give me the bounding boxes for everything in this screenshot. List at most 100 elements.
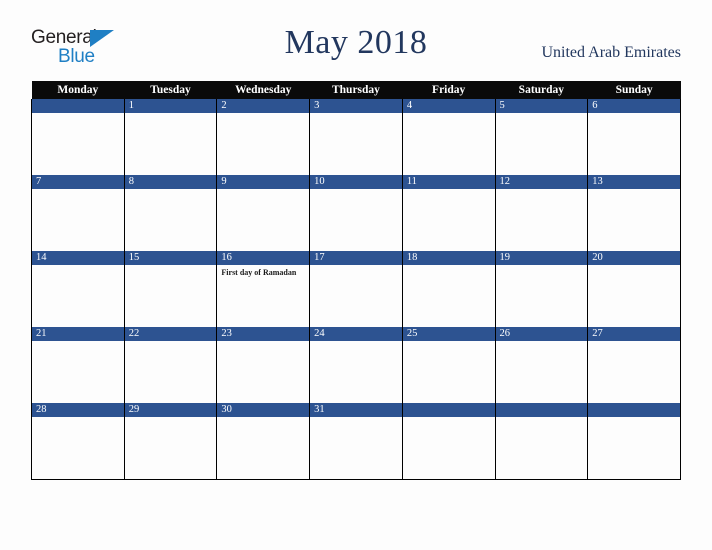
calendar-day-number: 9 — [217, 175, 310, 189]
calendar-day-number: 7 — [32, 175, 124, 189]
weekday-header-monday: Monday — [31, 81, 125, 99]
calendar-day-number — [588, 403, 680, 417]
calendar-day-cell[interactable]: 1 — [123, 99, 218, 175]
calendar-day-event — [588, 113, 680, 116]
calendar-day-cell[interactable]: 11 — [401, 175, 496, 251]
calendar-day-number: 6 — [588, 99, 680, 113]
calendar-day-number: 8 — [124, 175, 217, 189]
calendar-day-event — [588, 341, 680, 344]
calendar-day-number — [495, 403, 588, 417]
calendar-day-cell[interactable] — [494, 403, 589, 480]
calendar-day-number: 11 — [402, 175, 495, 189]
calendar-day-number: 23 — [217, 327, 310, 341]
calendar-day-cell[interactable]: 14 — [31, 251, 125, 327]
weekday-header-saturday: Saturday — [495, 81, 588, 99]
weekday-header-row: Monday Tuesday Wednesday Thursday Friday… — [31, 81, 681, 99]
weekday-header-friday: Friday — [402, 81, 496, 99]
country-label: United Arab Emirates — [541, 44, 681, 61]
calendar-day-cell[interactable]: 9 — [216, 175, 311, 251]
calendar-day-event — [403, 113, 495, 116]
calendar-day-cell[interactable]: 31 — [309, 403, 403, 480]
calendar-day-cell[interactable]: 13 — [587, 175, 681, 251]
calendar-day-cell[interactable]: 20 — [587, 251, 681, 327]
calendar-day-cell[interactable]: 3 — [309, 99, 403, 175]
page-header: General Blue May 2018 United Arab Emirat… — [0, 0, 712, 80]
calendar-day-cell[interactable]: 17 — [309, 251, 403, 327]
calendar-day-number: 4 — [402, 99, 495, 113]
calendar-day-cell[interactable]: 19 — [494, 251, 589, 327]
calendar-day-event — [125, 189, 217, 192]
calendar-day-number: 12 — [495, 175, 588, 189]
calendar-day-event — [310, 417, 402, 420]
calendar-day-event — [496, 417, 588, 420]
calendar-day-cell[interactable]: 2 — [216, 99, 311, 175]
calendar-day-cell[interactable]: 23 — [216, 327, 311, 403]
weekday-header-sunday: Sunday — [587, 81, 681, 99]
calendar-day-cell[interactable]: 18 — [401, 251, 496, 327]
calendar-day-number: 2 — [217, 99, 310, 113]
calendar-day-cell[interactable]: 6 — [587, 99, 681, 175]
calendar-day-number: 31 — [310, 403, 402, 417]
calendar-day-event — [217, 113, 309, 116]
calendar-day-event — [310, 189, 402, 192]
calendar-day-number: 29 — [124, 403, 217, 417]
calendar-day-event — [403, 189, 495, 192]
calendar-day-cell[interactable]: 22 — [123, 327, 218, 403]
calendar-day-number: 3 — [310, 99, 402, 113]
calendar-day-number: 1 — [124, 99, 217, 113]
calendar-day-number: 5 — [495, 99, 588, 113]
calendar-day-event — [125, 265, 217, 268]
calendar-day-number: 19 — [495, 251, 588, 265]
calendar-day-number: 18 — [402, 251, 495, 265]
calendar-day-number: 21 — [32, 327, 124, 341]
calendar-day-cell[interactable]: 15 — [123, 251, 218, 327]
calendar-day-cell[interactable]: 21 — [31, 327, 125, 403]
calendar-day-cell[interactable]: 5 — [494, 99, 589, 175]
calendar-day-cell[interactable] — [401, 403, 496, 480]
calendar-day-cell[interactable]: 10 — [309, 175, 403, 251]
calendar-day-cell[interactable]: 26 — [494, 327, 589, 403]
calendar-day-number: 22 — [124, 327, 217, 341]
calendar-day-event — [403, 265, 495, 268]
calendar-day-event — [403, 417, 495, 420]
calendar-day-number: 14 — [32, 251, 124, 265]
calendar-week-row: 123456 — [31, 99, 681, 175]
calendar-day-event — [32, 417, 124, 420]
calendar-day-number: 28 — [32, 403, 124, 417]
calendar-week-row: 14 15 16 First day of Ramadan 17 18 19 20 — [31, 251, 681, 327]
calendar-week-row: 21 22 23 24 25 26 27 — [31, 327, 681, 403]
calendar-day-event — [217, 341, 309, 344]
calendar-day-event — [217, 417, 309, 420]
calendar-day-event — [125, 341, 217, 344]
calendar-day-event — [588, 189, 680, 192]
calendar-day-cell[interactable]: 12 — [494, 175, 589, 251]
calendar-day-number: 15 — [124, 251, 217, 265]
weekday-header-thursday: Thursday — [309, 81, 403, 99]
calendar-day-event — [588, 417, 680, 420]
calendar-day-cell[interactable]: 16 First day of Ramadan — [216, 251, 311, 327]
calendar-day-cell[interactable]: 8 — [123, 175, 218, 251]
calendar-day-cell[interactable]: 24 — [309, 327, 403, 403]
calendar-day-cell[interactable]: 30 — [216, 403, 311, 480]
calendar-day-number: 13 — [588, 175, 680, 189]
calendar-day-cell[interactable]: 29 — [123, 403, 218, 480]
calendar-day-event — [310, 341, 402, 344]
calendar-day-number — [32, 99, 124, 113]
calendar-grid: Monday Tuesday Wednesday Thursday Friday… — [31, 81, 681, 480]
calendar-day-event — [588, 265, 680, 268]
calendar-day-cell[interactable]: 28 — [31, 403, 125, 480]
calendar-day-event — [32, 189, 124, 192]
calendar-day-cell[interactable]: 7 — [31, 175, 125, 251]
calendar-day-cell[interactable] — [31, 99, 125, 175]
calendar-day-cell[interactable]: 27 — [587, 327, 681, 403]
calendar-day-number: 25 — [402, 327, 495, 341]
calendar-day-cell[interactable]: 4 — [401, 99, 496, 175]
calendar-day-event — [403, 341, 495, 344]
calendar-day-event — [125, 113, 217, 116]
calendar-day-cell[interactable] — [587, 403, 681, 480]
calendar-day-event — [496, 189, 588, 192]
calendar-day-event — [32, 113, 124, 116]
calendar-day-cell[interactable]: 25 — [401, 327, 496, 403]
calendar-day-number: 16 — [217, 251, 310, 265]
weekday-header-tuesday: Tuesday — [124, 81, 217, 99]
